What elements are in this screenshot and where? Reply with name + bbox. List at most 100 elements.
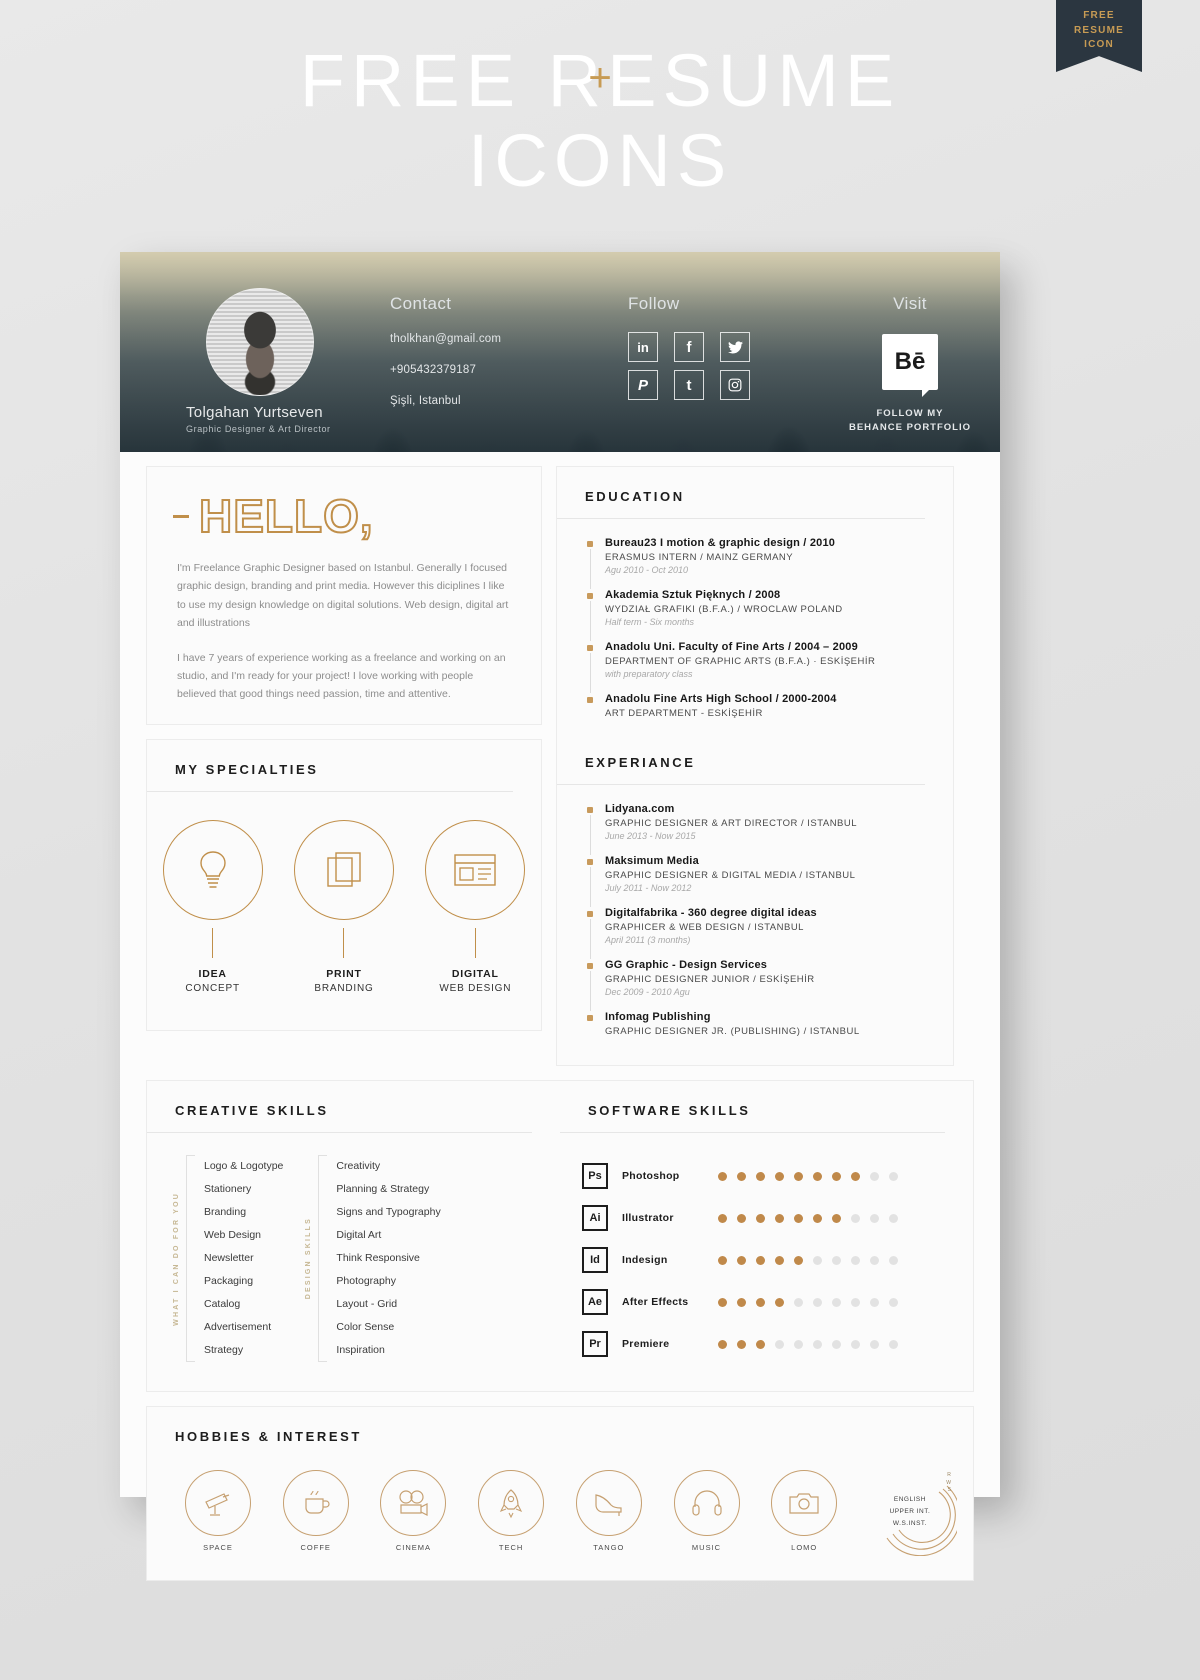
level-dot xyxy=(832,1339,841,1349)
level-dot xyxy=(794,1297,803,1307)
headphones-icon xyxy=(673,1470,740,1536)
hobby-tango: TANGO xyxy=(568,1470,650,1556)
hobby-space: SPACE xyxy=(177,1470,259,1556)
software-skill-level xyxy=(718,1213,898,1223)
education-subheading: ART DEPARTMENT - ESKİŞEHİR xyxy=(605,708,763,719)
level-dot xyxy=(737,1171,746,1181)
avatar-portrait-icon xyxy=(230,309,290,395)
level-dot xyxy=(832,1171,841,1181)
specialty-idea-sub: CONCEPT xyxy=(185,982,240,994)
software-skills-section: SOFTWARE SKILLS Ps Photoshop Ai Illustrator… xyxy=(560,1081,973,1391)
promo-line-2: ICONS xyxy=(467,119,733,202)
level-dot xyxy=(794,1339,803,1349)
education-heading: Akademia Sztuk Pięknych / 2008 xyxy=(605,589,781,601)
specialty-idea-title: IDEA xyxy=(198,967,227,980)
software-skill-row: Ai Illustrator xyxy=(582,1197,973,1239)
experience-heading: GG Graphic - Design Services xyxy=(605,959,768,971)
experience-heading: Lidyana.com xyxy=(605,803,675,815)
list-item: Web Design xyxy=(204,1229,262,1241)
linkedin-glyph: in xyxy=(637,339,649,355)
education-heading: Anadolu Fine Arts High School / 2000-200… xyxy=(605,693,837,705)
list-item: Packaging xyxy=(204,1275,254,1287)
specialties-card: MY SPECIALTIES IDEA CONCEPT PRINT BRANDI… xyxy=(146,738,542,1031)
coffee-cup-icon xyxy=(282,1470,349,1536)
follow-title: Follow xyxy=(628,294,680,313)
contact-column: Contact tholkhan@gmail.com +905432379187… xyxy=(390,294,501,407)
social-links: in f P t xyxy=(628,332,758,400)
hobby-label: CINEMA xyxy=(395,1543,431,1552)
hobby-label: COFFE xyxy=(300,1543,331,1552)
specialty-digital-title: DIGITAL xyxy=(451,967,499,980)
list-item: Creativity xyxy=(336,1160,381,1172)
software-skill-name: Photoshop xyxy=(622,1170,680,1182)
identity-block: Tolgahan Yurtseven Graphic Designer & Ar… xyxy=(186,404,331,434)
poster-page: FREE RESUME ICON FREE RESUME ICONS + Tol… xyxy=(0,0,1200,1680)
lightbulb-icon xyxy=(162,819,263,920)
behance-glyph: Bē xyxy=(894,348,926,375)
level-dot xyxy=(756,1297,765,1307)
contact-email[interactable]: tholkhan@gmail.com xyxy=(390,333,501,345)
linkedin-icon[interactable]: in xyxy=(628,332,658,362)
facebook-icon[interactable]: f xyxy=(674,332,704,362)
education-subheading: WYDZIAŁ GRAFIKI (B.F.A.) / WROCLAW POLAN… xyxy=(605,604,843,615)
level-dot xyxy=(813,1339,822,1349)
specialty-stem xyxy=(343,927,345,958)
specialties-title: MY SPECIALTIES xyxy=(175,761,319,777)
creative-skills-column-2: DESIGN SKILLS Creativity Planning & Stra… xyxy=(305,1155,441,1362)
level-dot xyxy=(851,1339,860,1349)
level-dot xyxy=(775,1213,784,1223)
level-dot xyxy=(813,1297,822,1307)
experience-subheading: GRAPHIC DESIGNER JR. (PUBLISHING) / ISTA… xyxy=(605,1026,860,1037)
creative-skills-title: CREATIVE SKILLS xyxy=(175,1103,329,1118)
level-dot xyxy=(832,1213,841,1223)
list-item: Advertisement xyxy=(204,1321,272,1333)
level-dot xyxy=(851,1213,860,1223)
telescope-icon xyxy=(185,1470,251,1536)
level-dot xyxy=(718,1171,727,1181)
list-item: Strategy xyxy=(204,1344,244,1356)
creative-skills-items-2: Creativity Planning & Strategy Signs and… xyxy=(336,1155,440,1362)
bracket-icon xyxy=(318,1155,328,1362)
tumblr-icon[interactable]: t xyxy=(674,370,704,400)
list-item: Layout - Grid xyxy=(336,1298,398,1310)
education-heading: Anadolu Uni. Faculty of Fine Arts / 2004… xyxy=(605,641,858,653)
hello-word: HELLO, xyxy=(198,489,374,543)
experience-dates: June 2013 - Now 2015 xyxy=(605,831,696,841)
level-dot xyxy=(851,1297,860,1307)
hobby-music: MUSIC xyxy=(666,1470,748,1556)
promo-plus-icon: + xyxy=(588,56,612,100)
behance-icon[interactable]: Bē xyxy=(882,334,938,397)
experience-subheading: GRAPHIC DESIGNER JUNIOR / ESKİŞEHİR xyxy=(605,974,815,985)
list-item: Newsletter xyxy=(204,1252,254,1264)
education-subheading: DEPARTMENT OF GRAPHIC ARTS (B.F.A.) · ES… xyxy=(605,656,876,667)
software-badge-icon: Ps xyxy=(582,1163,608,1189)
software-badge-icon: Ae xyxy=(582,1289,608,1315)
software-skill-level xyxy=(718,1255,898,1265)
follow-column: Follow in f P t xyxy=(628,294,758,400)
software-skill-row: Ps Photoshop xyxy=(582,1155,973,1197)
specialty-digital: DIGITAL WEB DESIGN xyxy=(419,819,531,994)
experience-subheading: GRAPHICER & WEB DESIGN / ISTANBUL xyxy=(605,922,804,933)
twitter-icon[interactable] xyxy=(720,332,750,362)
level-dot xyxy=(756,1339,765,1349)
software-skill-row: Pr Premiere xyxy=(582,1323,973,1365)
experience-subheading: GRAPHIC DESIGNER & DIGITAL MEDIA / ISTAN… xyxy=(605,870,856,881)
bracket-icon xyxy=(186,1155,195,1362)
level-dot xyxy=(775,1171,784,1181)
level-dot xyxy=(889,1171,898,1181)
level-dot xyxy=(851,1255,860,1265)
list-item: Planning & Strategy xyxy=(336,1183,430,1195)
specialty-stem xyxy=(212,927,214,958)
level-dot xyxy=(851,1171,860,1181)
software-skill-row: Ae After Effects xyxy=(582,1281,973,1323)
level-dot xyxy=(889,1339,898,1349)
behance-caption: FOLLOW MY BEHANCE PORTFOLIO xyxy=(848,408,972,433)
pinterest-icon[interactable]: P xyxy=(628,370,658,400)
instagram-icon[interactable] xyxy=(720,370,750,400)
software-skill-name: Premiere xyxy=(622,1338,670,1350)
software-badge-icon: Id xyxy=(582,1247,608,1273)
specialty-print-sub: BRANDING xyxy=(314,982,374,994)
visit-title: Visit xyxy=(893,294,927,313)
contact-phone[interactable]: +905432379187 xyxy=(390,364,501,376)
list-item: Inspiration xyxy=(336,1344,385,1356)
